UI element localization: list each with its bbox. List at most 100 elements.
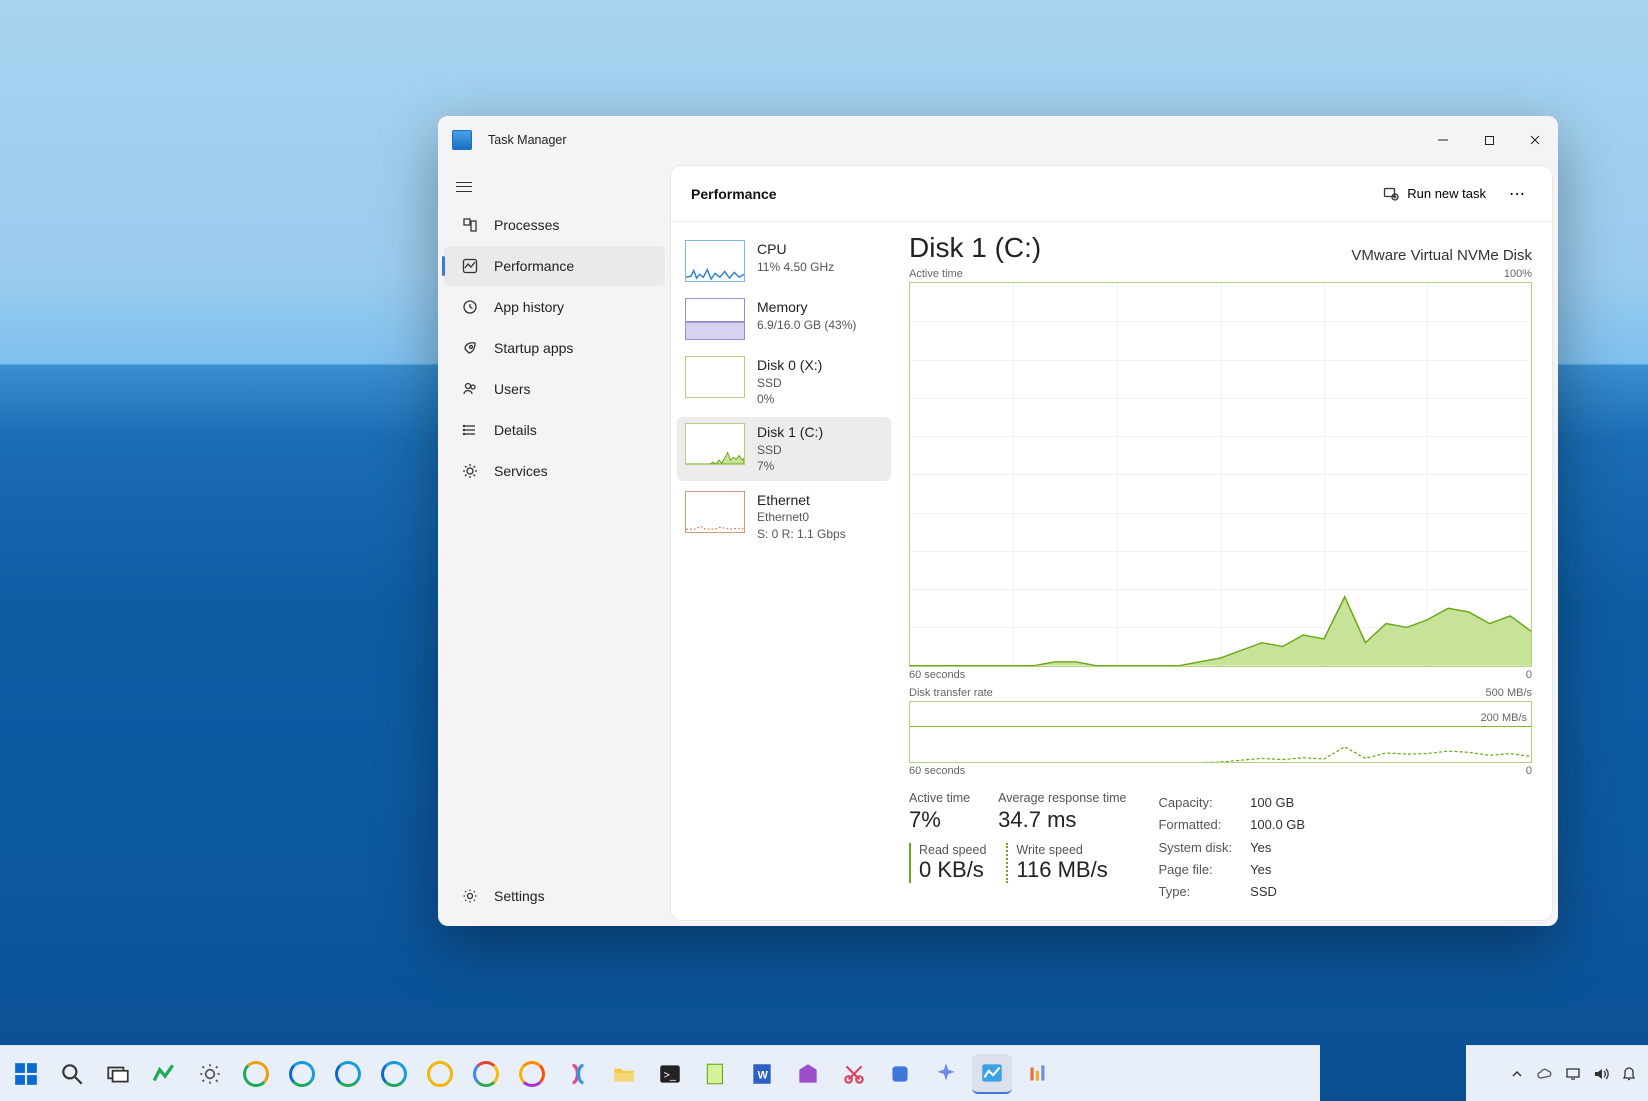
- stat-write-label: Write speed: [1016, 843, 1107, 857]
- transfer-rate-chart[interactable]: 200 MB/s: [909, 701, 1532, 764]
- history-icon: [462, 299, 478, 315]
- nav-services[interactable]: Services: [444, 451, 665, 491]
- nav-processes[interactable]: Processes: [444, 205, 665, 245]
- stat-response-value: 34.7 ms: [998, 807, 1126, 833]
- services-icon: [462, 463, 478, 479]
- gear-icon: [462, 888, 478, 904]
- taskbar-copilot[interactable]: [558, 1054, 598, 1094]
- taskbar-notepadpp[interactable]: [696, 1054, 736, 1094]
- nav-app-history[interactable]: App history: [444, 287, 665, 327]
- resource-list: CPU 11% 4.50 GHz Memory 6.9/16.0 GB (43%…: [671, 222, 897, 920]
- tray-volume-icon[interactable]: [1590, 1063, 1612, 1085]
- chart1-max: 100%: [1504, 268, 1532, 280]
- resource-title: Ethernet: [757, 491, 846, 510]
- run-task-label: Run new task: [1407, 186, 1486, 201]
- detail-panel: Disk 1 (C:) VMware Virtual NVMe Disk Act…: [897, 222, 1552, 920]
- taskbar-task-manager[interactable]: [972, 1054, 1012, 1094]
- close-button[interactable]: [1512, 116, 1558, 164]
- stat-active-time-label: Active time: [909, 791, 970, 805]
- taskbar-chrome-canary[interactable]: [420, 1054, 460, 1094]
- nav-settings[interactable]: Settings: [444, 876, 665, 916]
- resource-sub2: S: 0 R: 1.1 Gbps: [757, 526, 846, 542]
- tray-notification-icon[interactable]: [1618, 1063, 1640, 1085]
- taskbar-edge-dev[interactable]: [374, 1054, 414, 1094]
- maximize-button[interactable]: [1466, 116, 1512, 164]
- nav-startup-apps[interactable]: Startup apps: [444, 328, 665, 368]
- resource-title: Disk 0 (X:): [757, 356, 822, 375]
- resource-cpu[interactable]: CPU 11% 4.50 GHz: [677, 234, 891, 288]
- taskbar-terminal[interactable]: >_: [650, 1054, 690, 1094]
- users-icon: [462, 381, 478, 397]
- stat-response-label: Average response time: [998, 791, 1126, 805]
- ethernet-mini-chart: [685, 491, 745, 533]
- window-controls: [1420, 116, 1558, 164]
- resource-title: CPU: [757, 240, 834, 259]
- nav-label: Settings: [494, 888, 545, 904]
- run-task-icon: [1383, 186, 1399, 202]
- taskbar[interactable]: >_ W: [0, 1045, 1320, 1101]
- taskbar-app-blue[interactable]: [880, 1054, 920, 1094]
- resource-memory[interactable]: Memory 6.9/16.0 GB (43%): [677, 292, 891, 346]
- task-view-button[interactable]: [98, 1054, 138, 1094]
- nav-details[interactable]: Details: [444, 410, 665, 450]
- resource-sub2: 7%: [757, 458, 823, 474]
- taskbar-snip[interactable]: [834, 1054, 874, 1094]
- chart2-xleft: 60 seconds: [909, 765, 965, 777]
- taskbar-edge-canary[interactable]: [236, 1054, 276, 1094]
- nav-label: Users: [494, 381, 531, 397]
- taskbar-app-bars[interactable]: [1018, 1054, 1058, 1094]
- nav-label: Services: [494, 463, 548, 479]
- resource-sub: SSD: [757, 442, 823, 458]
- resource-title: Disk 1 (C:): [757, 423, 823, 442]
- nav-users[interactable]: Users: [444, 369, 665, 409]
- detail-title: Disk 1 (C:): [909, 232, 1041, 264]
- taskbar-edge[interactable]: [282, 1054, 322, 1094]
- start-button[interactable]: [6, 1054, 46, 1094]
- content-header: Performance Run new task ⋯: [671, 166, 1552, 222]
- active-time-chart[interactable]: [909, 282, 1532, 667]
- taskbar-word[interactable]: W: [742, 1054, 782, 1094]
- task-manager-window: Task Manager Process: [438, 116, 1558, 926]
- details-icon: [462, 422, 478, 438]
- svg-text:W: W: [758, 1069, 769, 1081]
- resource-disk1[interactable]: Disk 1 (C:) SSD 7%: [677, 417, 891, 480]
- taskbar-explorer[interactable]: [604, 1054, 644, 1094]
- chart1-xright: 0: [1526, 669, 1532, 681]
- resource-title: Memory: [757, 298, 856, 317]
- search-button[interactable]: [52, 1054, 92, 1094]
- taskbar-edge-beta[interactable]: [328, 1054, 368, 1094]
- chart2-label: Disk transfer rate: [909, 687, 993, 699]
- system-tray[interactable]: [1466, 1045, 1648, 1101]
- nav-performance[interactable]: Performance: [444, 246, 665, 286]
- minimize-button[interactable]: [1420, 116, 1466, 164]
- processes-icon: [462, 217, 478, 233]
- tray-network-icon[interactable]: [1562, 1063, 1584, 1085]
- sidebar: Processes Performance App history: [438, 164, 671, 926]
- titlebar[interactable]: Task Manager: [438, 116, 1558, 164]
- taskbar-app-2[interactable]: [190, 1054, 230, 1094]
- nav-label: Details: [494, 422, 537, 438]
- memory-mini-chart: [685, 298, 745, 340]
- app-title: Task Manager: [488, 133, 567, 147]
- tray-onedrive-icon[interactable]: [1534, 1063, 1556, 1085]
- disk1-mini-chart: [685, 423, 745, 465]
- chart2-xright: 0: [1526, 765, 1532, 777]
- resource-ethernet[interactable]: Ethernet Ethernet0 S: 0 R: 1.1 Gbps: [677, 485, 891, 548]
- svg-text:>_: >_: [664, 1069, 677, 1081]
- startup-icon: [462, 340, 478, 356]
- taskbar-app-purple[interactable]: [788, 1054, 828, 1094]
- more-options-button[interactable]: ⋯: [1502, 179, 1532, 209]
- run-new-task-button[interactable]: Run new task: [1373, 180, 1496, 208]
- tray-chevron-up-icon[interactable]: [1506, 1063, 1528, 1085]
- cpu-mini-chart: [685, 240, 745, 282]
- disk-properties: Capacity:100 GB Formatted:100.0 GB Syste…: [1156, 791, 1307, 904]
- taskbar-firefox[interactable]: [512, 1054, 552, 1094]
- resource-sub: Ethernet0: [757, 509, 846, 525]
- hamburger-button[interactable]: [438, 170, 671, 205]
- taskbar-chrome[interactable]: [466, 1054, 506, 1094]
- chart2-max: 500 MB/s: [1486, 687, 1532, 699]
- taskbar-sparkle[interactable]: [926, 1054, 966, 1094]
- resource-disk0[interactable]: Disk 0 (X:) SSD 0%: [677, 350, 891, 413]
- taskbar-app-1[interactable]: [144, 1054, 184, 1094]
- detail-device: VMware Virtual NVMe Disk: [1351, 247, 1532, 264]
